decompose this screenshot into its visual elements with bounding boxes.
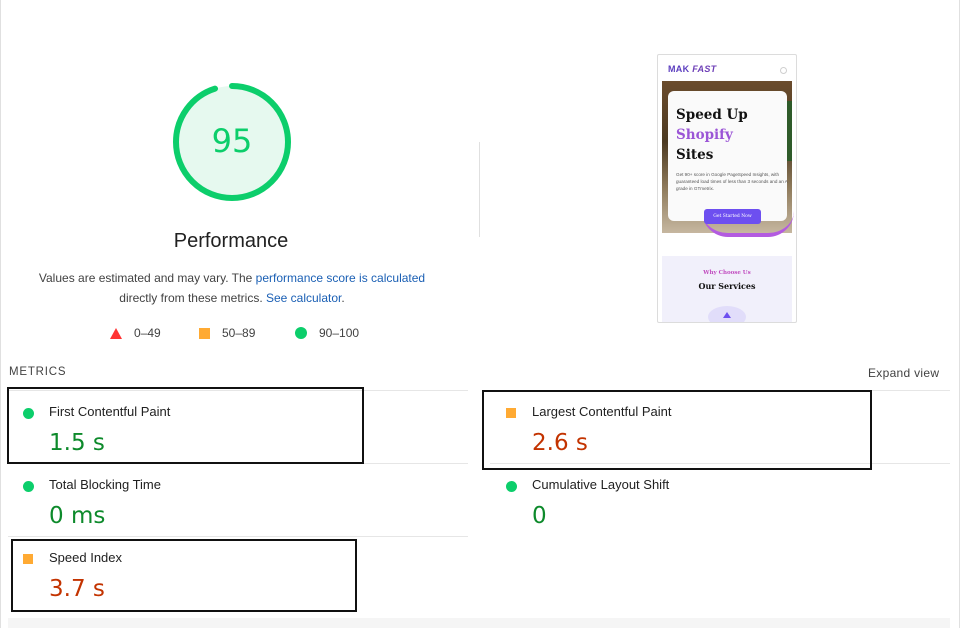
highlight-box-lcp [482,390,872,470]
logo-part-a: MAK [668,64,690,74]
services-title: Our Services [698,281,756,291]
services-icon [723,312,731,318]
legend-average-label: 50–89 [222,326,256,340]
hero-subtext: Get 90+ score in Google PageSpeed Insigh… [676,172,788,191]
hero-line-2: Shopify [676,127,733,143]
final-screenshot-preview[interactable]: MAK FAST Speed Up Shopify Sites Get 90+ … [657,54,797,323]
metrics-divider-low-left [8,536,468,537]
performance-score: 95 [211,122,253,160]
circle-icon [295,327,307,339]
triangle-icon [110,327,122,339]
preview-logo: MAK FAST [668,64,716,74]
logo-part-b: FAST [692,64,717,74]
legend-poor: 0–49 [110,326,161,340]
good-circle-icon [23,481,34,492]
services-kicker: Why Choose Us [703,270,751,276]
description-text-1: Values are estimated and may vary. The [38,271,256,285]
highlight-box-si [11,539,357,612]
legend-poor-label: 0–49 [134,326,161,340]
metric-cumulative-layout-shift: Cumulative Layout Shift 0 [506,477,806,529]
description-text-2: directly from these metrics. [119,291,266,305]
frame-left-border [0,0,1,628]
metric-value: 0 [532,503,547,529]
metric-label: Total Blocking Time [49,477,161,492]
hero-line-3: Sites [676,147,714,163]
see-calculator-link[interactable]: See calculator [266,291,341,305]
metrics-heading: METRICS [9,366,67,378]
description-text-3: . [341,291,345,305]
metric-total-blocking-time: Total Blocking Time 0 ms [23,477,323,529]
legend-good-label: 90–100 [319,326,360,340]
hero-card: Speed Up Shopify Sites Get 90+ score in … [668,91,788,224]
good-circle-icon [506,481,517,492]
expand-view-toggle[interactable]: Expand view [868,366,939,380]
performance-gauge: 95 [171,83,293,205]
highlight-box-fcp [7,387,364,464]
score-description: Values are estimated and may vary. The p… [22,268,442,308]
frame-right-border [959,0,960,628]
hero-line-1: Speed Up [676,107,748,123]
legend-good: 90–100 [295,326,359,340]
square-icon [199,327,210,339]
preview-hero: Speed Up Shopify Sites Get 90+ score in … [662,81,794,237]
vertical-divider [479,142,480,237]
menu-icon [780,67,787,74]
get-started-button: Get Started Now [704,209,761,224]
performance-title: Performance [173,230,289,252]
hero-heading: Speed Up Shopify Sites [676,105,748,165]
metric-value: 0 ms [49,503,106,529]
bottom-panel [8,618,950,628]
legend-average: 50–89 [199,326,255,340]
performance-score-link[interactable]: performance score is calculated [256,271,425,285]
metric-label: Cumulative Layout Shift [532,477,670,492]
preview-services: Why Choose Us Our Services [662,256,792,322]
